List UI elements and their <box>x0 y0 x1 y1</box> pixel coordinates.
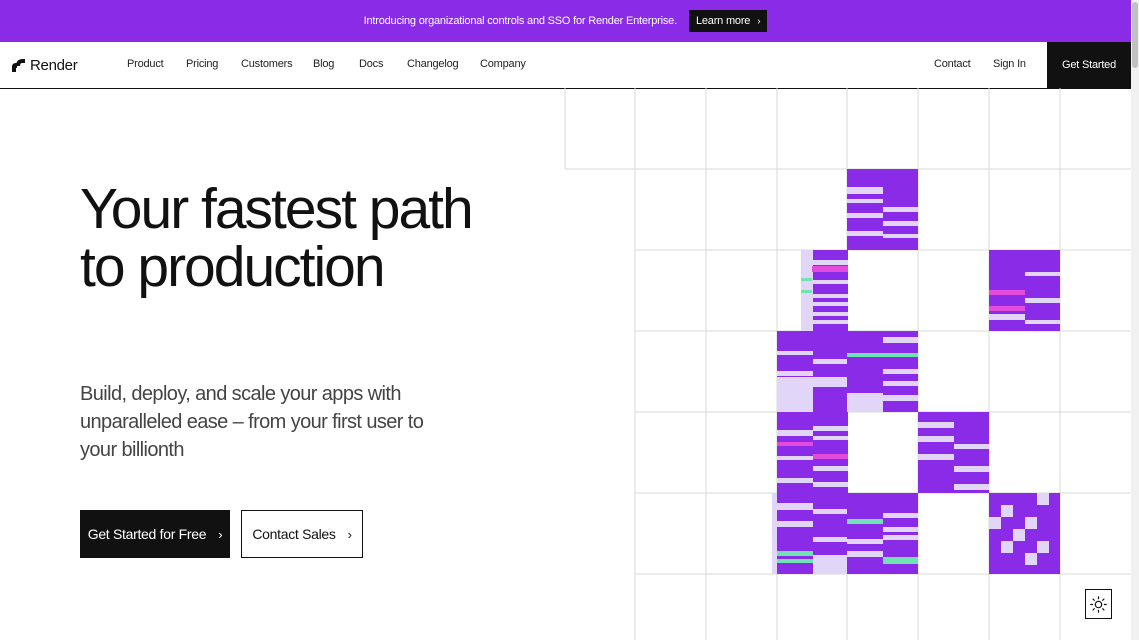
sign-in-link[interactable]: Sign In <box>993 58 1026 70</box>
chevron-right-icon: › <box>218 526 223 542</box>
chevron-right-icon: › <box>347 526 352 542</box>
nav-link-customers[interactable]: Customers <box>241 58 293 70</box>
sun-icon <box>1090 595 1107 613</box>
nav-link-pricing[interactable]: Pricing <box>186 58 218 70</box>
announcement-bar: Introducing organizational controls and … <box>0 0 1131 42</box>
nav-link-docs[interactable]: Docs <box>359 58 383 70</box>
learn-more-button[interactable]: Learn more › <box>688 10 768 32</box>
nav-link-company[interactable]: Company <box>480 58 526 70</box>
page-scrollbar[interactable] <box>1131 0 1139 640</box>
nav-link-blog[interactable]: Blog <box>313 58 334 70</box>
get-started-free-label: Get Started for Free <box>87 526 207 542</box>
nav-link-product[interactable]: Product <box>127 58 164 70</box>
brand-name: Render <box>30 57 78 74</box>
nav-link-contact[interactable]: Contact <box>934 58 971 70</box>
scrollbar-thumb[interactable] <box>1132 2 1138 68</box>
get-started-free-button[interactable]: Get Started for Free › <box>80 510 230 558</box>
brand-logo[interactable]: Render <box>12 57 78 74</box>
hero-grid-illustration <box>564 88 1131 640</box>
contact-sales-label: Contact Sales <box>252 526 336 542</box>
hero-subtitle: Build, deploy, and scale your apps with … <box>80 383 424 461</box>
contact-sales-button[interactable]: Contact Sales › <box>241 510 363 558</box>
top-navigation: Render Product Pricing Customers Blog Do… <box>0 42 1131 89</box>
nav-link-changelog[interactable]: Changelog <box>407 58 459 70</box>
learn-more-label: Learn more <box>695 15 751 27</box>
theme-toggle-button[interactable] <box>1085 589 1112 619</box>
hero-title: Your fastest path to production <box>80 177 474 299</box>
announcement-text: Introducing organizational controls and … <box>363 15 678 27</box>
render-logo-icon <box>12 59 25 72</box>
get-started-button[interactable]: Get Started <box>1047 42 1131 88</box>
chevron-right-icon: › <box>757 15 761 27</box>
